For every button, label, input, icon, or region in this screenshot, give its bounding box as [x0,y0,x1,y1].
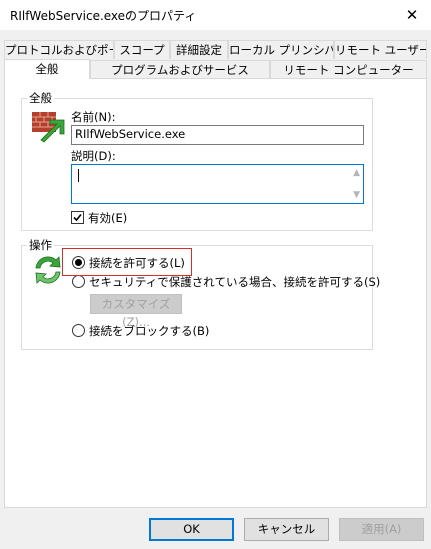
allow-if-secure-radio[interactable] [72,275,85,288]
ok-label: OK [183,522,200,536]
name-field[interactable]: RIlfWebService.exe [71,125,364,145]
cancel-button[interactable]: キャンセル [244,518,329,541]
tab-remote-computers[interactable]: リモート コンピューター [270,60,427,79]
block-connection-label: 接続をブロックする(B) [89,324,210,338]
description-label: 説明(D): [71,149,116,163]
enabled-checkbox[interactable] [71,211,84,224]
general-group-label: 全般 [27,90,54,106]
tab-programs-services[interactable]: プログラムおよびサービス [90,60,270,79]
annotation-highlight-box [62,248,192,276]
tab-label: リモート コンピューター [283,63,414,77]
block-connection-radio[interactable] [72,324,85,337]
window-title: RIlfWebService.exeのプロパティ [10,9,197,23]
tab-remote-users[interactable]: リモート ユーザー [334,40,427,59]
scroll-up-icon[interactable]: ▲ [353,168,360,178]
tab-protocols-ports[interactable]: プロトコルおよびポート [4,40,114,59]
tab-label: 全般 [35,62,59,76]
tab-scope[interactable]: スコープ [114,40,170,59]
firewall-rule-icon [30,108,66,144]
description-field[interactable]: ▲ ▼ [71,164,364,204]
apply-label: 適用(A) [361,522,402,536]
cancel-label: キャンセル [257,522,316,536]
customize-button[interactable]: カスタマイズ(Z)... [90,294,182,329]
scroll-down-icon[interactable]: ▼ [353,190,360,200]
tab-label: スコープ [119,43,165,57]
tab-label: 詳細設定 [176,43,222,57]
close-button[interactable]: ✕ [393,0,431,30]
tab-local-principals[interactable]: ローカル プリンシパル [228,40,334,59]
check-icon [73,213,82,222]
sync-arrows-icon [32,254,64,286]
enabled-label: 有効(E) [88,211,128,225]
close-icon: ✕ [405,6,419,24]
text-cursor [78,169,79,182]
name-label: 名前(N): [71,110,116,124]
tab-label: リモート ユーザー [335,43,427,57]
allow-if-secure-label: セキュリティで保護されている場合、接続を許可する(S) [89,275,381,289]
tab-label: ローカル プリンシパル [229,43,333,57]
tab-label: プログラムおよびサービス [111,63,249,77]
tab-label: プロトコルおよびポート [5,43,113,57]
apply-button[interactable]: 適用(A) [339,518,424,541]
name-value: RIlfWebService.exe [75,127,186,141]
ok-button[interactable]: OK [149,518,234,541]
action-group-label: 操作 [27,237,54,253]
title-bar: RIlfWebService.exeのプロパティ ✕ [0,0,431,30]
tab-general[interactable]: 全般 [4,59,90,79]
tab-advanced[interactable]: 詳細設定 [170,40,228,59]
